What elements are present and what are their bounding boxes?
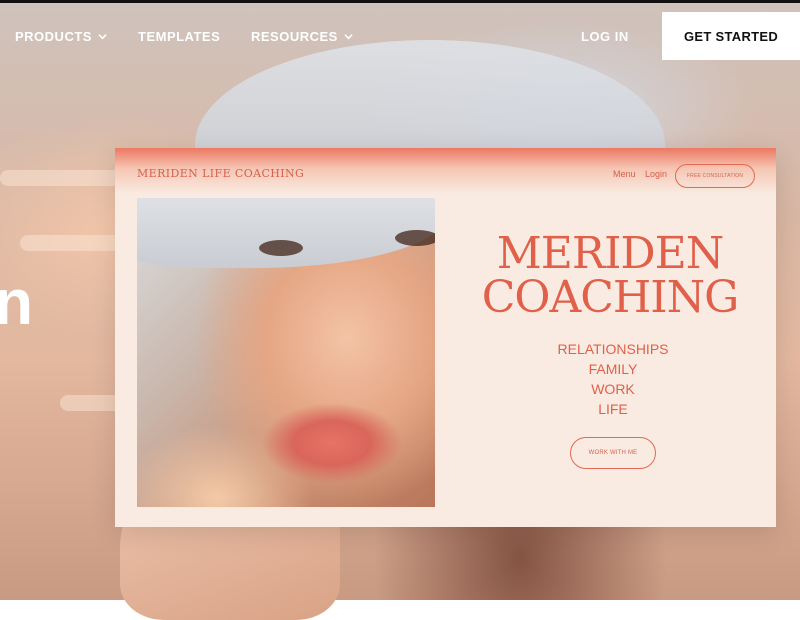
chevron-down-icon bbox=[344, 34, 353, 40]
preview-services-list: RELATIONSHIPS FAMILY WORK LIFE bbox=[545, 339, 681, 419]
hero-headline-fragment: n bbox=[0, 266, 34, 338]
preview-portrait-photo bbox=[137, 198, 435, 507]
service-item: LIFE bbox=[598, 401, 628, 417]
preview-work-with-me-button[interactable]: WORK WITH ME bbox=[570, 437, 656, 469]
service-item: RELATIONSHIPS bbox=[557, 341, 669, 357]
top-navigation: PRODUCTS TEMPLATES RESOURCES LOG IN GET … bbox=[0, 0, 800, 72]
nav-resources[interactable]: RESOURCES bbox=[251, 29, 353, 44]
nav-products[interactable]: PRODUCTS bbox=[15, 29, 107, 44]
login-link[interactable]: LOG IN bbox=[581, 29, 629, 44]
top-border bbox=[0, 0, 800, 3]
preview-photo-hat bbox=[137, 198, 435, 268]
nav-templates[interactable]: TEMPLATES bbox=[138, 29, 220, 44]
chevron-down-icon bbox=[98, 34, 107, 40]
nav-resources-label: RESOURCES bbox=[251, 29, 338, 44]
service-item: WORK bbox=[591, 381, 635, 397]
login-label: LOG IN bbox=[581, 29, 629, 44]
service-item: FAMILY bbox=[588, 361, 638, 377]
preview-free-consultation-button[interactable]: FREE CONSULTATION bbox=[675, 164, 755, 188]
preview-headline: MERIDEN COACHING bbox=[475, 232, 745, 320]
preview-brand[interactable]: MERIDEN LIFE COACHING bbox=[137, 167, 304, 180]
nav-products-label: PRODUCTS bbox=[15, 29, 92, 44]
preview-headline-line2: COACHING bbox=[481, 272, 740, 323]
get-started-button[interactable]: GET STARTED bbox=[662, 12, 800, 60]
nav-templates-label: TEMPLATES bbox=[138, 29, 221, 44]
preview-photo-eye bbox=[259, 240, 303, 256]
preview-photo-eye bbox=[395, 230, 435, 246]
preview-headline-line1: MERIDEN bbox=[496, 228, 725, 279]
preview-menu-link[interactable]: Menu bbox=[613, 169, 636, 179]
preview-login-link[interactable]: Login bbox=[645, 169, 667, 179]
background-cloud bbox=[0, 170, 120, 186]
template-preview-card[interactable]: MERIDEN LIFE COACHING Menu Login FREE CO… bbox=[115, 148, 776, 527]
